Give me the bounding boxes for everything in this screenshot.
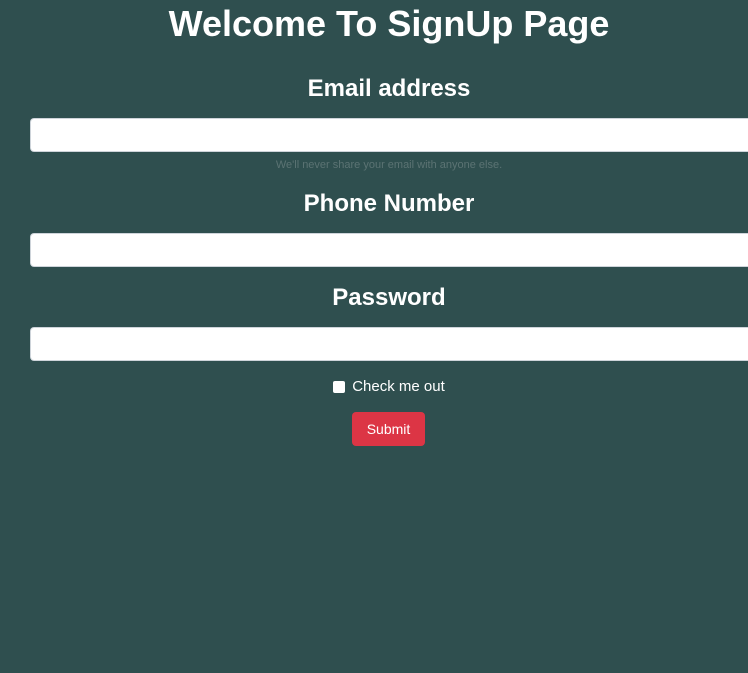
- page-title: Welcome To SignUp Page: [168, 3, 610, 44]
- phone-label: Phone Number: [303, 190, 475, 217]
- submit-button[interactable]: Submit: [352, 412, 425, 446]
- check-me-out-row: Check me out: [0, 377, 748, 397]
- email-label: Email address: [307, 75, 471, 102]
- password-label: Password: [332, 284, 446, 311]
- email-help-text: We'll never share your email with anyone…: [275, 159, 503, 171]
- check-me-out-label[interactable]: Check me out: [352, 377, 445, 397]
- email-field[interactable]: [30, 118, 748, 152]
- check-me-out-checkbox[interactable]: [333, 381, 346, 393]
- password-field[interactable]: [30, 327, 748, 361]
- phone-number-field[interactable]: [30, 233, 748, 267]
